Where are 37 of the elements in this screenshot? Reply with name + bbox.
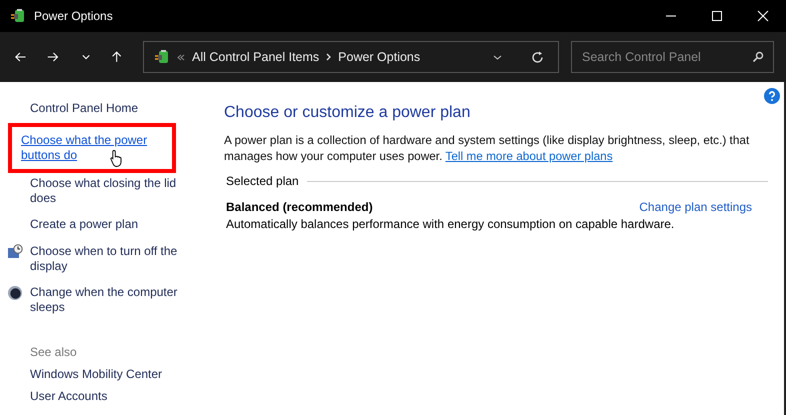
double-chevron-icon xyxy=(177,54,186,60)
plan-description: Automatically balances performance with energy consumption on capable hardware. xyxy=(226,217,676,231)
up-arrow-icon[interactable] xyxy=(110,50,122,64)
close-icon[interactable] xyxy=(757,10,769,22)
moon-icon xyxy=(7,285,23,301)
help-icon[interactable] xyxy=(764,88,780,104)
change-plan-settings-link[interactable]: Change plan settings xyxy=(639,200,752,214)
sidebar-link[interactable]: Control Panel Home xyxy=(30,101,138,116)
chevron-right-icon xyxy=(326,53,332,61)
see-also-link[interactable]: User Accounts xyxy=(30,389,212,403)
section-label: Selected plan xyxy=(226,174,299,188)
power-options-icon xyxy=(154,49,170,65)
hand-cursor-icon xyxy=(110,149,124,167)
search-field[interactable]: Search Control Panel xyxy=(571,41,774,73)
page-heading: Choose or customize a power plan xyxy=(224,104,472,122)
power-options-icon xyxy=(10,8,26,24)
learn-more-link[interactable]: Tell me more about power plans xyxy=(445,149,613,163)
sidebar-link[interactable]: Choose what the power buttons do xyxy=(21,133,172,163)
see-also-heading: See also xyxy=(30,345,78,359)
sidebar-link[interactable]: Choose when to turn off the display xyxy=(30,244,190,274)
refresh-icon[interactable] xyxy=(531,50,544,64)
chevron-down-icon[interactable] xyxy=(493,54,502,60)
window-title: Power Options xyxy=(34,9,113,23)
sidebar-link[interactable]: Choose what closing the lid does xyxy=(30,176,190,206)
forward-arrow-icon[interactable] xyxy=(47,50,59,64)
plan-name: Balanced (recommended) xyxy=(226,200,373,214)
address-bar[interactable]: All Control Panel Items Power Options xyxy=(143,41,560,73)
monitor-clock-icon xyxy=(7,244,23,260)
see-also-link[interactable]: Windows Mobility Center xyxy=(30,367,212,381)
back-arrow-icon[interactable] xyxy=(15,50,26,64)
breadcrumb[interactable]: Power Options xyxy=(338,50,420,64)
sidebar-link[interactable]: Create a power plan xyxy=(30,217,138,232)
search-icon xyxy=(752,51,764,63)
breadcrumb[interactable]: All Control Panel Items xyxy=(192,50,320,64)
description-text: A power plan is a collection of hardware and system settings (like display brightness, sleep, etc.) that manages how your computer uses power. Tell me more about power plans xyxy=(224,132,750,164)
maximize-icon[interactable] xyxy=(711,10,723,22)
sidebar-link[interactable]: Change when the computer sleeps xyxy=(30,285,190,315)
